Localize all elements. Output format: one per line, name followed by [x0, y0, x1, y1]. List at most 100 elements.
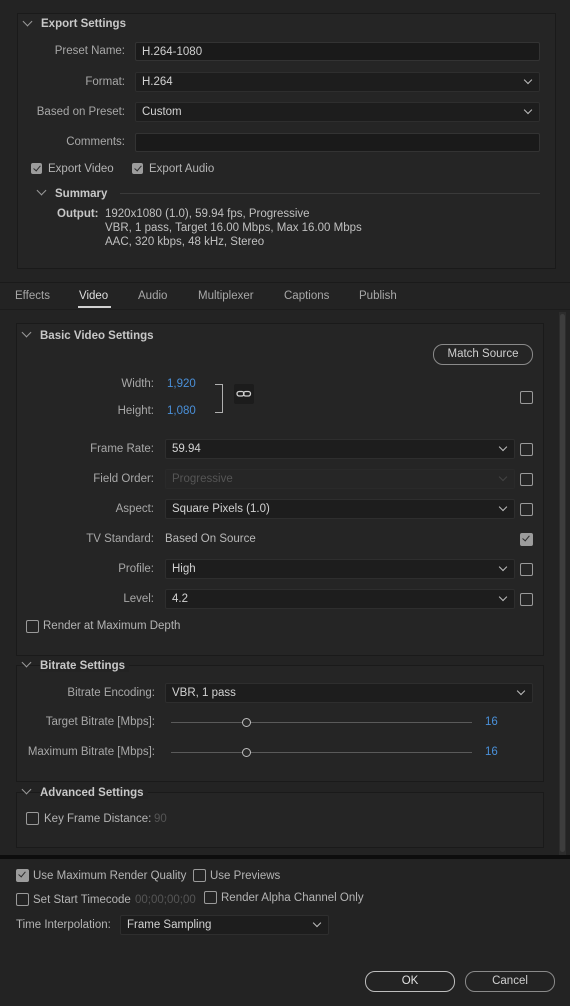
field-order-label: Field Order: [93, 473, 154, 485]
field-order-match-checkbox[interactable] [520, 473, 533, 486]
max-bitrate-value[interactable]: 16 [485, 746, 498, 758]
dimensions-match-checkbox[interactable] [520, 391, 533, 404]
aspect-match-checkbox[interactable] [520, 503, 533, 516]
bottom-divider [0, 855, 570, 859]
link-dimensions-button[interactable] [234, 384, 254, 404]
export-video-label: Export Video [48, 163, 114, 175]
profile-select[interactable]: High [165, 559, 515, 579]
target-bitrate-label: Target Bitrate [Mbps]: [45, 716, 155, 728]
chevron-down-icon [523, 105, 533, 115]
max-bitrate-slider-track[interactable] [171, 752, 472, 753]
start-timecode-value: 00;00;00;00 [135, 894, 196, 906]
chain-link-icon [236, 390, 252, 397]
scrollbar-thumb[interactable] [560, 314, 565, 852]
tab-multiplexer[interactable]: Multiplexer [198, 290, 254, 302]
match-source-button[interactable]: Match Source [433, 344, 533, 365]
profile-match-checkbox[interactable] [520, 563, 533, 576]
chevron-down-icon [498, 592, 508, 602]
time-interpolation-label: Time Interpolation: [16, 919, 111, 931]
tabs-bottom-border [0, 309, 570, 310]
level-select[interactable]: 4.2 [165, 589, 515, 609]
bitrate-encoding-value: VBR, 1 pass [172, 687, 236, 699]
advanced-title: Advanced Settings [40, 787, 148, 799]
preset-name-label: Preset Name: [54, 45, 125, 57]
set-start-timecode-checkbox[interactable] [16, 893, 29, 906]
use-max-render-label: Use Maximum Render Quality [33, 870, 187, 882]
chevron-down-icon [498, 442, 508, 452]
export-audio-label: Export Audio [149, 163, 215, 175]
summary-line-3: AAC, 320 kbps, 48 kHz, Stereo [105, 236, 265, 248]
bitrate-encoding-label: Bitrate Encoding: [67, 687, 155, 699]
aspect-label: Aspect: [115, 503, 154, 515]
bitrate-encoding-select[interactable]: VBR, 1 pass [165, 683, 533, 703]
chevron-down-icon [498, 502, 508, 512]
key-frame-distance-value: 90 [154, 813, 167, 825]
export-audio-checkbox[interactable] [132, 163, 143, 174]
tab-publish[interactable]: Publish [359, 290, 397, 302]
target-bitrate-value[interactable]: 16 [485, 716, 498, 728]
frame-rate-match-checkbox[interactable] [520, 443, 533, 456]
use-previews-checkbox[interactable] [193, 869, 206, 882]
format-label: Format: [85, 76, 125, 88]
link-bracket [215, 384, 223, 413]
tab-audio[interactable]: Audio [138, 290, 167, 302]
key-frame-distance-checkbox[interactable] [26, 812, 39, 825]
divider [0, 282, 570, 283]
level-match-checkbox[interactable] [520, 593, 533, 606]
level-value: 4.2 [172, 593, 188, 605]
render-max-depth-label: Render at Maximum Depth [43, 620, 181, 632]
profile-label: Profile: [118, 563, 154, 575]
field-order-value: Progressive [172, 473, 233, 485]
aspect-select[interactable]: Square Pixels (1.0) [165, 499, 515, 519]
chevron-down-icon [523, 75, 533, 85]
cancel-button[interactable]: Cancel [465, 971, 555, 992]
basic-video-title: Basic Video Settings [40, 330, 154, 342]
width-value[interactable]: 1,920 [167, 378, 196, 390]
video-settings-scrollbar[interactable] [559, 312, 566, 855]
aspect-value: Square Pixels (1.0) [172, 503, 270, 515]
summary-line-1: 1920x1080 (1.0), 59.94 fps, Progressive [105, 208, 310, 220]
render-max-depth-checkbox[interactable] [26, 620, 39, 633]
frame-rate-label: Frame Rate: [90, 443, 154, 455]
render-alpha-label: Render Alpha Channel Only [221, 892, 364, 904]
level-label: Level: [123, 593, 154, 605]
comments-input[interactable] [135, 133, 540, 152]
format-select[interactable]: H.264 [135, 72, 540, 92]
frame-rate-select[interactable]: 59.94 [165, 439, 515, 459]
time-interpolation-select[interactable]: Frame Sampling [120, 915, 329, 935]
tv-standard-match-checkbox[interactable] [520, 533, 533, 546]
chevron-down-icon [516, 686, 526, 696]
tv-standard-value: Based On Source [165, 533, 256, 545]
key-frame-distance-label: Key Frame Distance: [44, 813, 152, 825]
height-label: Height: [117, 405, 154, 417]
use-max-render-checkbox[interactable] [16, 869, 29, 882]
summary-output-label: Output: [57, 208, 99, 220]
use-previews-label: Use Previews [210, 870, 281, 882]
based-on-preset-value: Custom [142, 106, 182, 118]
summary-title: Summary [55, 188, 108, 200]
render-alpha-checkbox[interactable] [204, 891, 217, 904]
time-interpolation-value: Frame Sampling [127, 919, 212, 931]
set-start-timecode-label: Set Start Timecode [33, 894, 131, 906]
field-order-select: Progressive [165, 469, 515, 489]
chevron-down-icon [312, 918, 322, 928]
tab-video[interactable]: Video [79, 290, 108, 302]
export-video-checkbox[interactable] [31, 163, 42, 174]
height-value[interactable]: 1,080 [167, 405, 196, 417]
bitrate-title: Bitrate Settings [40, 660, 129, 672]
export-settings-title: Export Settings [41, 18, 126, 30]
tv-standard-label: TV Standard: [86, 533, 154, 545]
preset-name-input[interactable]: H.264-1080 [135, 42, 540, 61]
comments-label: Comments: [66, 136, 125, 148]
ok-button[interactable]: OK [365, 971, 455, 992]
tab-effects[interactable]: Effects [15, 290, 50, 302]
based-on-preset-select[interactable]: Custom [135, 102, 540, 122]
summary-divider [120, 193, 540, 194]
tab-captions[interactable]: Captions [284, 290, 329, 302]
chevron-down-icon [498, 562, 508, 572]
summary-line-2: VBR, 1 pass, Target 16.00 Mbps, Max 16.0… [105, 222, 362, 234]
max-bitrate-slider-knob[interactable] [242, 748, 251, 757]
target-bitrate-slider-track[interactable] [171, 722, 472, 723]
target-bitrate-slider-knob[interactable] [242, 718, 251, 727]
format-value: H.264 [142, 76, 173, 88]
